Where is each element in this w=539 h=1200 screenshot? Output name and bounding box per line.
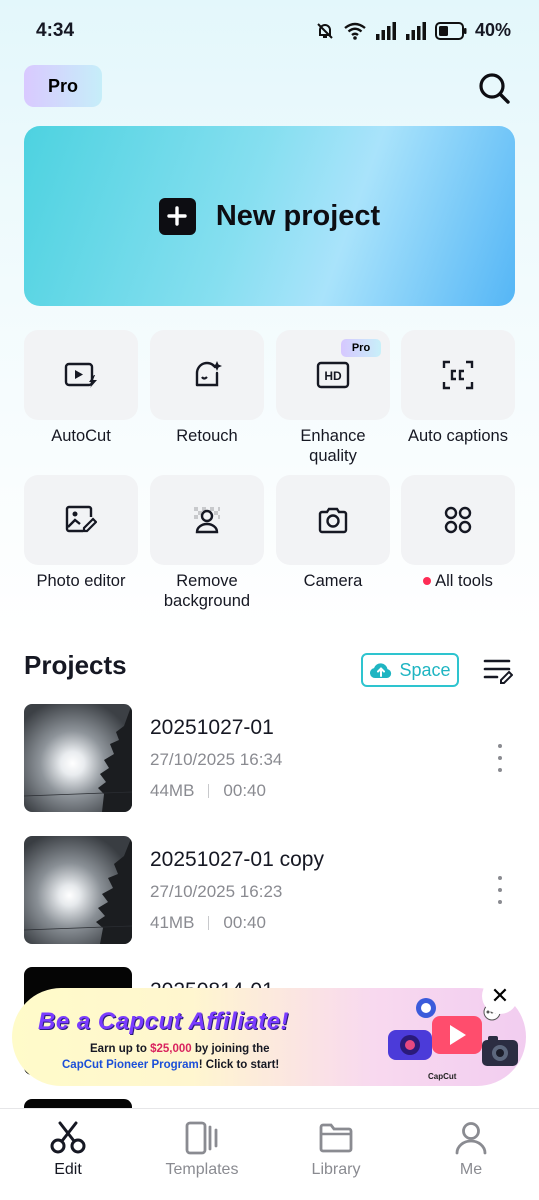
tool-all-tools[interactable]: All tools <box>401 475 515 591</box>
ad-brand: CapCut <box>428 1072 457 1081</box>
ad-program: CapCut Pioneer Program <box>62 1059 199 1071</box>
project-item[interactable]: 20251027-01 copy 27/10/2025 16:23 41MB 0… <box>24 836 515 944</box>
search-icon <box>479 73 510 104</box>
tool-retouch[interactable]: Retouch <box>150 330 264 446</box>
project-item[interactable]: 20251027-01 27/10/2025 16:34 44MB 00:40 <box>24 704 515 812</box>
tool-photo-editor[interactable]: Photo editor <box>24 475 138 591</box>
templates-icon <box>185 1121 218 1155</box>
grid-icon <box>444 506 472 534</box>
tool-enhance-quality[interactable]: Pro HD Enhance quality <box>276 330 390 466</box>
tool-label: All tools <box>435 572 493 590</box>
tool-label: Camera <box>303 572 363 590</box>
signal-icon <box>375 21 396 40</box>
autocut-icon <box>64 362 97 388</box>
pro-tag: Pro <box>341 339 381 357</box>
status-bar: 4:34 40% <box>0 0 539 62</box>
pro-badge[interactable]: Pro <box>24 65 102 107</box>
project-name: 20251027-01 <box>150 716 274 739</box>
bottom-nav: Edit Templates Library Me <box>0 1108 539 1200</box>
tool-label: Remove background <box>163 572 251 610</box>
nav-me[interactable]: Me <box>416 1121 526 1179</box>
tool-camera[interactable]: Camera <box>276 475 390 591</box>
divider <box>208 784 210 798</box>
close-icon: ✕ <box>490 983 510 1008</box>
remove-bg-icon <box>194 507 220 534</box>
status-icons: 40% <box>315 20 511 41</box>
new-project-label: New project <box>215 199 381 232</box>
sort-button[interactable] <box>483 656 514 684</box>
projects-title: Projects <box>24 650 127 680</box>
search-button[interactable] <box>474 68 514 108</box>
hd-icon: HD <box>316 361 350 389</box>
project-date: 27/10/2025 16:23 <box>150 882 283 901</box>
project-size: 41MB <box>150 913 195 932</box>
tool-autocut[interactable]: AutoCut <box>24 330 138 446</box>
nav-label: Me <box>459 1161 483 1178</box>
tool-label: AutoCut <box>51 427 111 445</box>
tool-label: Auto captions <box>408 427 508 445</box>
project-thumbnail <box>24 704 132 812</box>
signal-icon-2 <box>405 21 426 40</box>
nav-label: Library <box>311 1161 361 1178</box>
photo-edit-icon <box>65 505 97 533</box>
tool-auto-captions[interactable]: Auto captions <box>401 330 515 446</box>
ad-amount: $25,000 <box>150 1043 192 1055</box>
project-name: 20251027-01 copy <box>150 848 324 871</box>
status-time: 4:34 <box>36 20 75 41</box>
project-size: 44MB <box>150 781 195 800</box>
tool-remove-background[interactable]: Remove background <box>150 475 264 611</box>
divider <box>208 916 210 930</box>
folder-icon <box>319 1123 353 1153</box>
project-duration: 00:40 <box>223 781 266 800</box>
ad-headline: Be a Capcut Affiliate! <box>38 1008 290 1035</box>
ad-banner[interactable]: Be a Capcut Affiliate! Earn up to $25,00… <box>12 988 526 1086</box>
more-options-icon[interactable] <box>491 744 509 772</box>
nav-label: Templates <box>165 1161 239 1178</box>
svg-text:HD: HD <box>324 369 342 383</box>
camera-icon <box>318 507 348 534</box>
nav-templates[interactable]: Templates <box>147 1121 257 1179</box>
cloud-upload-icon <box>370 663 392 678</box>
new-project-button[interactable]: New project <box>24 126 515 306</box>
user-icon <box>455 1122 487 1155</box>
battery-percent: 40% <box>474 20 511 40</box>
nav-edit[interactable]: Edit <box>13 1121 123 1179</box>
nav-label: Edit <box>54 1161 82 1178</box>
close-ad-button[interactable]: ✕ <box>482 978 518 1014</box>
bell-muted-icon <box>317 22 333 39</box>
project-thumbnail <box>24 836 132 944</box>
more-options-icon[interactable] <box>491 876 509 904</box>
tool-label: Photo editor <box>36 572 126 590</box>
project-duration: 00:40 <box>223 913 266 932</box>
space-button[interactable]: Space <box>361 653 459 687</box>
retouch-icon <box>195 361 222 387</box>
ad-text: Earn up to <box>90 1043 151 1055</box>
ad-text: by joining the <box>191 1043 270 1055</box>
tool-label: Enhance quality <box>300 427 366 465</box>
battery-icon <box>434 21 467 40</box>
notification-dot <box>423 576 432 585</box>
ad-text: ! Click to start! <box>198 1059 280 1071</box>
wifi-icon <box>344 22 366 40</box>
space-label: Space <box>399 659 451 680</box>
project-date: 27/10/2025 16:34 <box>150 750 283 769</box>
plus-icon <box>158 197 196 235</box>
captions-icon <box>442 360 474 390</box>
nav-library[interactable]: Library <box>281 1121 391 1179</box>
scissors-icon <box>50 1121 86 1154</box>
list-edit-icon <box>483 659 514 684</box>
tool-label: Retouch <box>176 427 238 445</box>
